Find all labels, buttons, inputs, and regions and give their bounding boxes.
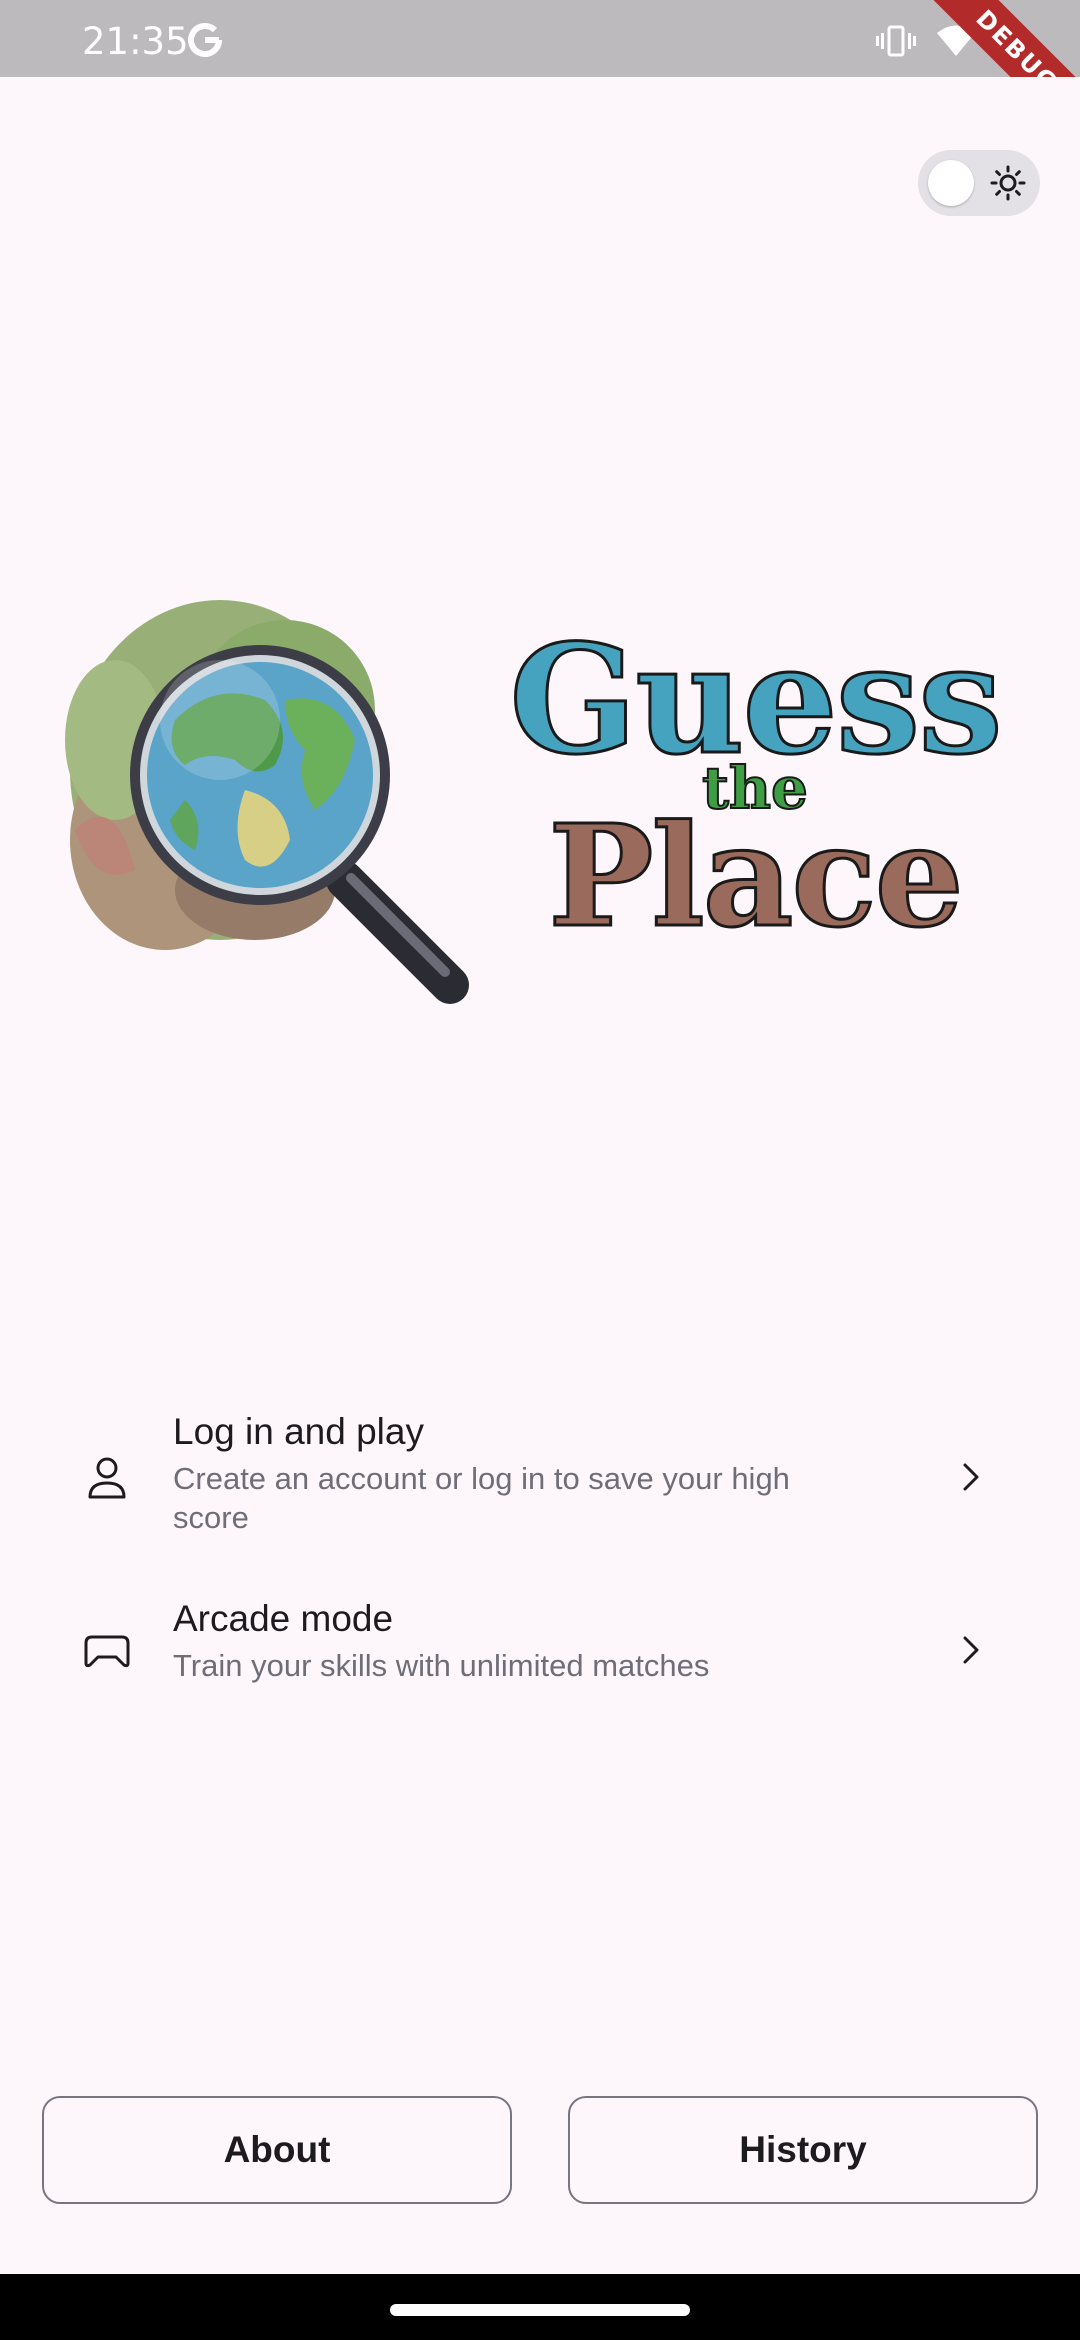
about-button[interactable]: About: [42, 2096, 512, 2204]
gamepad-icon: [84, 1635, 130, 1668]
menu-list: Log in and play Create an account or log…: [0, 1395, 1080, 1722]
logo-wordmark: Guess the Place: [475, 612, 1035, 959]
status-time: 21:35: [82, 20, 189, 63]
chevron-right-icon: [963, 1636, 979, 1664]
google-icon: [188, 23, 222, 57]
person-icon: [88, 1457, 126, 1499]
sun-icon: [990, 165, 1026, 201]
menu-item-subtitle: Create an account or log in to save your…: [173, 1461, 790, 1535]
history-button[interactable]: History: [568, 2096, 1038, 2204]
status-bar: 21:35 DEBUG: [0, 0, 1080, 77]
navigation-bar: [0, 2274, 1080, 2340]
theme-toggle[interactable]: [918, 150, 1040, 216]
menu-item-arcade[interactable]: Arcade mode Train your skills with unlim…: [0, 1582, 1080, 1722]
logo-word-place: Place: [547, 795, 966, 959]
vibrate-icon: [876, 25, 916, 57]
menu-item-title: Log in and play: [173, 1411, 424, 1452]
chevron-right-icon: [963, 1463, 979, 1491]
app-logo: Guess the Place: [55, 590, 1035, 1010]
logo-word-guess: Guess: [508, 612, 1005, 788]
menu-item-title: Arcade mode: [173, 1598, 394, 1639]
menu-item-login[interactable]: Log in and play Create an account or log…: [0, 1395, 1080, 1565]
toggle-knob: [928, 160, 974, 206]
bottom-actions: About History: [42, 2096, 1038, 2204]
magnifying-globe-icon: [65, 600, 469, 1004]
home-gesture-handle[interactable]: [390, 2304, 690, 2316]
menu-item-subtitle: Train your skills with unlimited matches: [173, 1648, 710, 1683]
